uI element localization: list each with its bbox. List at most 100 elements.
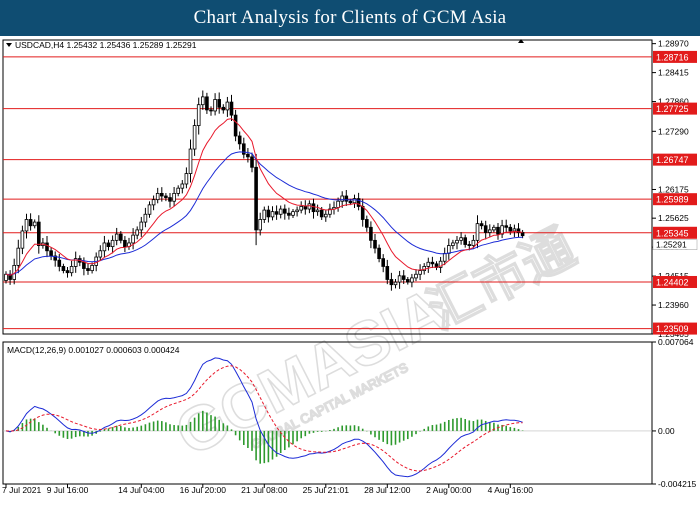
candle-body [119, 233, 123, 241]
price-level-label: 1.28716 [656, 52, 689, 62]
x-tick-label: 25 Jul 21:01 [303, 485, 350, 495]
macd-tick-label: 0.007064 [658, 337, 694, 347]
candle-body [123, 239, 127, 248]
candle-body [336, 200, 340, 208]
candle-body [442, 252, 447, 262]
candle-body [287, 212, 291, 216]
candle-body [114, 233, 119, 241]
candle-body [307, 203, 312, 210]
candle-body [164, 195, 168, 198]
candle-body [274, 211, 279, 215]
candle-body [405, 279, 410, 283]
candle-body [86, 268, 90, 272]
candle-body [254, 166, 258, 231]
macd-tick-label: 0.00 [658, 426, 675, 436]
candle-body [176, 187, 181, 194]
candle-body [410, 277, 414, 283]
macd-header: MACD(12,26,9) 0.001027 0.000603 0.000424 [7, 345, 180, 355]
current-price-label: 1.25291 [656, 240, 687, 250]
header-dropdown-icon [6, 43, 12, 47]
candle-body [508, 226, 513, 232]
price-level-label: 1.25989 [656, 195, 689, 205]
candle-body [512, 228, 517, 232]
chart-area: GCMASIA 汇市通 GLOBAL CAPITAL MARKETS 1.28970 1… [0, 36, 700, 500]
candle-body [455, 239, 459, 244]
candle-body [266, 209, 271, 218]
y-tick-label: 1.27290 [658, 126, 689, 136]
candle-body [225, 101, 230, 111]
y-tick-label: 1.26175 [658, 184, 689, 194]
candle-body [184, 173, 189, 185]
candle-body [340, 195, 344, 202]
watermark-chinese-text: 汇市通 [419, 218, 584, 341]
candle-body [65, 270, 70, 274]
candle-body [504, 225, 508, 228]
candle-body [496, 226, 500, 235]
candle-body [364, 219, 369, 228]
candle-body [28, 219, 33, 227]
x-tick-label: 28 Jul 12:00 [364, 485, 411, 495]
candle-body [319, 209, 324, 218]
candle-body [196, 104, 201, 126]
candle-body [459, 237, 463, 241]
candle-body [37, 221, 41, 246]
candle-body [180, 183, 185, 189]
candle-body [471, 239, 476, 246]
candle-body [24, 219, 29, 232]
candle-body [221, 106, 226, 111]
candle-body [205, 96, 209, 111]
y-tick-label: 1.23960 [658, 300, 689, 310]
candle-body [483, 225, 488, 233]
candle-body [229, 101, 234, 116]
candle-body [377, 247, 381, 260]
candle-body [381, 258, 385, 267]
candle-body [414, 273, 418, 279]
x-tick-label: 21 Jul 08:00 [241, 485, 288, 495]
candle-body [102, 242, 107, 252]
candle-body [282, 208, 287, 214]
candle-body [20, 230, 25, 249]
candle-body [385, 266, 390, 280]
candle-body [430, 261, 435, 265]
candle-body [110, 239, 115, 248]
candle-body [237, 135, 242, 145]
candle-body [45, 242, 49, 252]
candle-body [57, 259, 62, 267]
chart-svg: GCMASIA汇市通GLOBAL CAPITAL MARKETS1.289701… [2, 39, 698, 495]
candle-body [135, 229, 140, 236]
candle-body [82, 261, 86, 269]
candle-body [315, 209, 320, 213]
x-tick-label: 7 Jul 2021 [2, 485, 41, 495]
candle-body [393, 281, 398, 286]
candle-body [69, 266, 74, 274]
candle-body [303, 206, 308, 210]
chart-title-banner: Chart Analysis for Clients of GCM Asia [0, 0, 700, 36]
candle-body [369, 226, 373, 241]
candle-body [147, 204, 152, 215]
candle-body [143, 213, 148, 223]
candle-body [131, 234, 135, 244]
price-level-label: 1.25345 [656, 228, 689, 238]
candle-body [106, 242, 111, 248]
price-level-label: 1.24402 [656, 277, 689, 287]
candle-body [262, 209, 267, 220]
candle-body [213, 99, 217, 112]
price-chart-header: USDCAD,H4 1.25432 1.25436 1.25289 1.2529… [15, 40, 197, 50]
candle-body [159, 192, 164, 197]
candle-body [446, 245, 451, 254]
price-panel-frame [2, 39, 653, 335]
candle-body [487, 229, 492, 233]
candle-body [155, 192, 160, 201]
candle-body [291, 211, 295, 216]
candle-body [49, 250, 53, 257]
candle-body [352, 198, 357, 204]
candle-body [233, 114, 238, 137]
y-tick-label: 1.28970 [658, 39, 689, 49]
macd-tick-label: -0.004215 [658, 479, 697, 489]
candle-body [299, 206, 303, 211]
candle-body [250, 156, 254, 168]
candle-body [151, 199, 156, 206]
candle-body [217, 99, 222, 108]
y-tick-label: 1.25625 [658, 213, 689, 223]
candle-body [188, 148, 193, 174]
